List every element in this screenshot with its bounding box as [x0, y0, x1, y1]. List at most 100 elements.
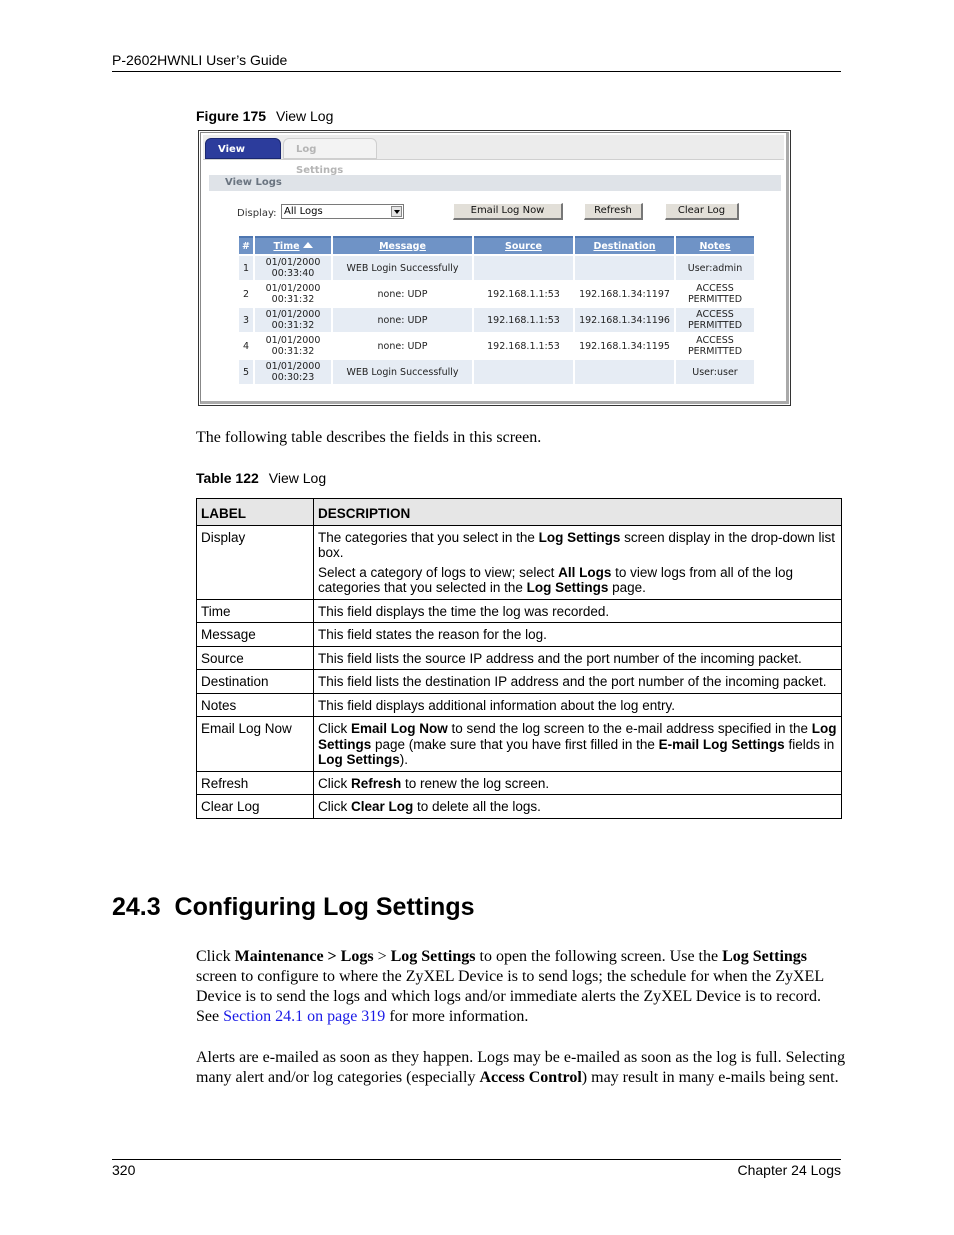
text-run: page.: [608, 580, 646, 595]
text-run: The categories that you select in the: [318, 529, 539, 545]
log-row-time: 01/01/2000 00:31:32: [255, 282, 331, 306]
field-label: Refresh: [196, 770, 314, 795]
text-run: to renew the log screen.: [401, 775, 550, 791]
column-header-source[interactable]: Source: [474, 236, 573, 254]
log-notes-line1: User:user: [692, 366, 738, 378]
text-run: This field displays additional informati…: [318, 697, 675, 713]
log-time: 00:33:40: [271, 268, 315, 279]
label-column-header: LABEL: [196, 498, 314, 526]
log-row-number: 1: [239, 256, 253, 280]
tab-log-settings[interactable]: Log Settings: [283, 138, 377, 176]
display-label: Display:: [237, 208, 277, 219]
column-header-destination[interactable]: Destination: [575, 236, 674, 254]
clear-log-button[interactable]: Clear Log: [665, 203, 739, 220]
screenshot-frame: View Log Log Settings View Logs Display:…: [200, 132, 789, 404]
text-run: to open the following screen. Use the: [475, 948, 723, 965]
description-row: Display The categories that you select in…: [196, 524, 842, 600]
cross-reference-link[interactable]: Section 24.1 on page 319: [223, 1008, 385, 1025]
field-description: Click Refresh to renew the log screen.: [313, 770, 842, 795]
field-label: Destination: [196, 669, 314, 694]
log-row-source: 192.168.1.1:53: [474, 308, 573, 332]
footer-divider: [112, 1159, 841, 1160]
email-log-now-button[interactable]: Email Log Now: [453, 203, 563, 220]
log-row-number: 4: [239, 334, 253, 358]
bold-text: Log Settings: [318, 752, 400, 767]
description-paragraph: This field lists the destination IP addr…: [318, 674, 837, 690]
log-row-notes: ACCESS PERMITTED: [676, 282, 754, 306]
view-logs-section-bar: View Logs: [209, 175, 781, 191]
log-row-message: none: UDP: [333, 334, 472, 358]
bold-text: Log Settings: [526, 580, 609, 595]
log-notes-line1: ACCESS: [696, 335, 734, 346]
bold-text: Refresh: [351, 775, 402, 791]
text-run: Click: [318, 775, 351, 791]
chapter-title: Chapter 24 Logs: [737, 1162, 841, 1178]
description-row: Notes This field displays additional info…: [196, 692, 842, 717]
text-run: >: [373, 948, 391, 965]
description-paragraph: Click Refresh to renew the log screen.: [318, 776, 837, 792]
description-paragraph: This field lists the source IP address a…: [318, 651, 837, 667]
bold-text: Maintenance > Logs: [234, 948, 374, 965]
log-row: 4 01/01/2000 00:31:32 none: UDP 192.168.1.1:…: [239, 334, 754, 358]
log-time: 00:31:32: [271, 320, 315, 331]
log-row: 2 01/01/2000 00:31:32 none: UDP 192.168.1.1:…: [239, 282, 754, 306]
column-header-notes[interactable]: Notes: [676, 236, 754, 254]
field-description: This field states the reason for the log…: [313, 622, 842, 647]
log-notes-line2: PERMITTED: [687, 320, 743, 331]
log-row-source: [474, 256, 573, 280]
field-label: Source: [196, 645, 314, 670]
log-table-header: # Time Message Source Destination Notes: [239, 236, 754, 254]
page-number: 320: [112, 1162, 136, 1178]
log-row-notes: ACCESS PERMITTED: [676, 334, 754, 358]
figure-title: View Log: [276, 108, 334, 124]
log-table: # Time Message Source Destination Notes …: [237, 234, 756, 386]
column-header-time-label[interactable]: Time: [273, 241, 299, 252]
tab-bar: View Log Log Settings: [203, 135, 784, 176]
description-row: Message This field states the reason for …: [196, 622, 842, 647]
log-notes-line2: PERMITTED: [687, 346, 743, 357]
sort-ascending-icon[interactable]: [302, 241, 313, 248]
column-header-message[interactable]: Message: [333, 236, 472, 254]
log-row-time: 01/01/2000 00:31:32: [255, 334, 331, 358]
log-row: 5 01/01/2000 00:30:23 WEB Login Successfull…: [239, 360, 754, 384]
bold-text: Email Log Now: [351, 721, 448, 736]
log-row-notes: User:user: [676, 360, 754, 384]
text-run: Click: [196, 948, 235, 965]
table-title: View Log: [268, 470, 327, 486]
log-row-source: [474, 360, 573, 384]
log-row-source: 192.168.1.1:53: [474, 282, 573, 306]
field-description: Click Email Log Now to send the log scre…: [313, 716, 842, 772]
tab-view-log[interactable]: View Log: [205, 138, 281, 176]
log-row-source: 192.168.1.1:53: [474, 334, 573, 358]
display-select[interactable]: All Logs: [281, 204, 404, 219]
log-date: 01/01/2000: [265, 361, 321, 372]
figure-caption: Figure 175 View Log: [196, 108, 333, 124]
refresh-button[interactable]: Refresh: [584, 203, 643, 220]
bold-text: Log Settings: [390, 948, 476, 965]
log-time: 00:31:32: [271, 346, 315, 357]
text-run: This field displays the time the log was…: [318, 603, 610, 619]
log-row-number: 5: [239, 360, 253, 384]
text-run: ) may result in many e-mails being sent.: [581, 1069, 839, 1086]
field-description-table: LABEL DESCRIPTION Display The categories …: [196, 498, 842, 819]
log-time: 00:31:32: [271, 294, 315, 305]
figure-number: Figure 175: [196, 108, 267, 124]
bold-text: Log Settings: [722, 948, 808, 965]
log-row-time: 01/01/2000 00:31:32: [255, 308, 331, 332]
log-row-destination: [575, 360, 674, 384]
log-row-notes: User:admin: [676, 256, 754, 280]
field-description: This field lists the source IP address a…: [313, 645, 842, 670]
log-date: 01/01/2000: [265, 283, 321, 294]
chevron-down-icon[interactable]: [391, 206, 402, 217]
document-header-title: P-2602HWNLI User’s Guide: [112, 52, 288, 68]
section-paragraph-1: Click Maintenance > Logs > Log Settings …: [196, 947, 846, 1027]
column-header-number: #: [239, 236, 253, 254]
table-caption: Table 122 View Log: [196, 470, 326, 486]
intro-text: The following table describes the fields…: [196, 429, 542, 446]
log-notes-line1: ACCESS: [696, 283, 734, 294]
column-header-time[interactable]: Time: [255, 236, 331, 254]
log-date: 01/01/2000: [265, 335, 321, 346]
log-notes-line1: User:admin: [687, 262, 743, 274]
section-title: View Logs: [225, 177, 282, 188]
text-run: This field states the reason for the log…: [318, 627, 547, 642]
